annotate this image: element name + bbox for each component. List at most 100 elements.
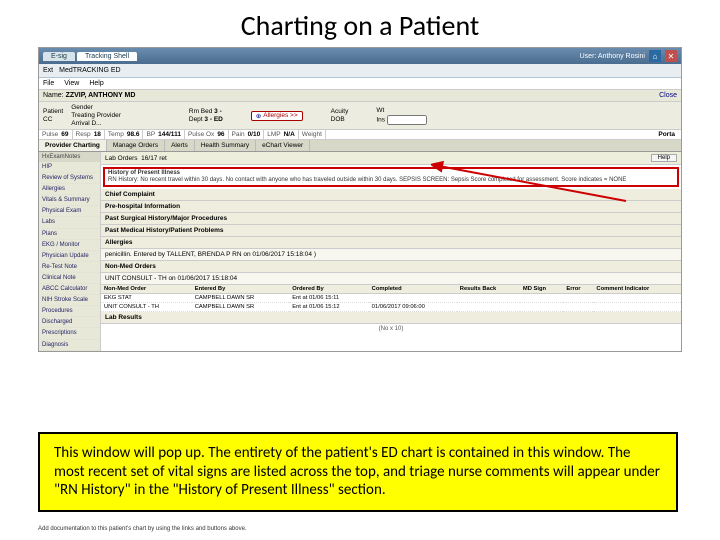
cell [520, 294, 563, 303]
sidebar-item[interactable]: Physician Update [39, 251, 100, 262]
cell [563, 303, 593, 312]
menubar: File View Help [39, 78, 681, 90]
sidebar-item[interactable]: Vitals & Summary [39, 195, 100, 206]
home-icon[interactable]: ⌂ [649, 50, 661, 62]
lab-orders-count: 16/17 ret [141, 155, 167, 162]
vital-lmp: N/A [284, 131, 295, 138]
cell [593, 294, 681, 303]
sidebar-item[interactable]: Plans [39, 229, 100, 240]
section-pmh[interactable]: Past Medical History/Patient Problems [101, 225, 681, 237]
cell [563, 294, 593, 303]
th-orderedby: Ordered By [289, 285, 368, 294]
porta-label[interactable]: Porta [652, 130, 681, 139]
cell [520, 303, 563, 312]
caption-box: This window will pop up. The entirety of… [38, 432, 678, 512]
sidebar-item[interactable]: Diagnosis [39, 340, 100, 351]
tab-echart-viewer[interactable]: eChart Viewer [256, 140, 310, 151]
cell: Ent at 01/06 15:11 [289, 294, 368, 303]
section-lab-results[interactable]: Lab Results [101, 312, 681, 324]
toolbar-secondary: Ext MedTRACKING ED [39, 64, 681, 78]
cell: EKG STAT [101, 294, 192, 303]
vital-resp: 18 [94, 131, 101, 138]
tab-manage-orders[interactable]: Manage Orders [107, 140, 165, 151]
slide-title: Charting on a Patient [0, 0, 720, 47]
section-nonmed-orders[interactable]: Non-Med Orders [101, 261, 681, 273]
sidebar-item[interactable]: ABCC Calculator [39, 284, 100, 295]
th-order: Non-Med Order [101, 285, 192, 294]
vital-temp-lbl: Temp [108, 131, 124, 138]
demo-rmbed: Rm Bed 3 - [189, 108, 223, 115]
demo-acuity: Acuity [331, 108, 349, 115]
titlebar: E-sig Tracking Shell User: Anthony Rosin… [39, 48, 681, 64]
help-button[interactable]: Help [651, 154, 677, 162]
cell [457, 294, 520, 303]
tab-health-summary[interactable]: Health Summary [195, 140, 256, 151]
nonmed-detail: UNIT CONSULT - TH on 01/06/2017 15:18:04 [101, 273, 681, 285]
demo-patient: Patient [43, 108, 63, 115]
vital-pulse: 69 [61, 131, 68, 138]
vital-pulse-lbl: Pulse [42, 131, 58, 138]
sidebar-item[interactable]: Procedures [39, 306, 100, 317]
lab-orders-row: Lab Orders 16/17 ret Help [101, 152, 681, 165]
demo-arrival: Arrival D... [71, 120, 121, 127]
section-prehospital[interactable]: Pre-hospital Information [101, 201, 681, 213]
sidebar-item[interactable]: Clinical Note [39, 273, 100, 284]
vital-bp: 144/111 [158, 131, 181, 138]
toolbar-item[interactable]: Ext [43, 67, 53, 74]
sidebar-item[interactable]: EKG / Monitor [39, 240, 100, 251]
app-window: E-sig Tracking Shell User: Anthony Rosin… [38, 47, 682, 352]
cell [369, 294, 457, 303]
section-allergies[interactable]: Allergies [101, 237, 681, 249]
th-comment: Comment Indicator [593, 285, 681, 294]
vital-bp-lbl: BP [146, 131, 155, 138]
demo-dob: DOB [331, 116, 349, 123]
vital-temp: 98.6 [127, 131, 140, 138]
close-chart-link[interactable]: Close [659, 92, 677, 99]
close-icon[interactable]: ✕ [665, 50, 677, 62]
sidebar-item[interactable]: Labs [39, 217, 100, 228]
vital-pain-lbl: Pain [232, 131, 245, 138]
sidebar-item[interactable]: NIH Stroke Scale [39, 295, 100, 306]
vital-pain: 0/10 [248, 131, 261, 138]
th-error: Error [563, 285, 593, 294]
sidebar-item[interactable]: Physical Exam [39, 206, 100, 217]
menu-help[interactable]: Help [89, 80, 103, 87]
demographics-row: Patient CC Gender Treating Provider Arri… [39, 102, 681, 130]
ins-input[interactable] [387, 115, 427, 125]
table-row[interactable]: EKG STAT CAMPBELL DAWN SR Ent at 01/06 1… [101, 294, 681, 303]
cell: Ent at 01/06 15:12 [289, 303, 368, 312]
tab-esig[interactable]: E-sig [43, 52, 75, 61]
demo-wt: Wt [376, 107, 426, 114]
sidebar-item[interactable]: Re-Test Note [39, 262, 100, 273]
allergies-button[interactable]: Allergies >> [251, 111, 303, 121]
main-area: HxExamNotes HIP Review of Systems Allerg… [39, 152, 681, 351]
vitals-row: Pulse69 Resp18 Temp98.6 BP144/111 Pulse … [39, 130, 681, 140]
sidebar-item[interactable]: HIP [39, 162, 100, 173]
titlebar-tabs: E-sig Tracking Shell [43, 52, 137, 61]
menu-view[interactable]: View [64, 80, 79, 87]
cell: 01/06/2017 09:06:00 [369, 303, 457, 312]
sidebar-item[interactable]: Review of Systems [39, 173, 100, 184]
toolbar-item[interactable]: MedTRACKING ED [59, 67, 120, 74]
vital-spo2: 96 [217, 131, 224, 138]
demo-treating: Treating Provider [71, 112, 121, 119]
footer-hint: Add documentation to this patient's char… [38, 526, 247, 532]
allergies-detail: penicillin. Entered by TALLENT, BRENDA P… [101, 249, 681, 261]
table-row[interactable]: UNIT CONSULT - TH CAMPBELL DAWN SR Ent a… [101, 303, 681, 312]
cell: CAMPBELL DAWN SR [192, 303, 289, 312]
tab-tracking[interactable]: Tracking Shell [77, 52, 137, 61]
nonmed-orders-table: Non-Med Order Entered By Ordered By Comp… [101, 285, 681, 312]
patient-name-label: Name: [43, 92, 66, 99]
menu-file[interactable]: File [43, 80, 54, 87]
hpi-highlight-box: History of Present Illness RN History: N… [103, 167, 679, 187]
sidebar-item[interactable]: Allergies [39, 184, 100, 195]
section-chief-complaint[interactable]: Chief Complaint [101, 189, 681, 201]
tab-alerts[interactable]: Alerts [165, 140, 195, 151]
th-resultsback: Results Back [457, 285, 520, 294]
demo-gender: Gender [71, 104, 121, 111]
demo-ins: Ins [376, 115, 426, 125]
section-surgical-history[interactable]: Past Surgical History/Major Procedures [101, 213, 681, 225]
sidebar-item[interactable]: Discharged [39, 317, 100, 328]
sidebar-item[interactable]: Prescriptions [39, 328, 100, 339]
tab-provider-charting[interactable]: Provider Charting [39, 140, 107, 151]
